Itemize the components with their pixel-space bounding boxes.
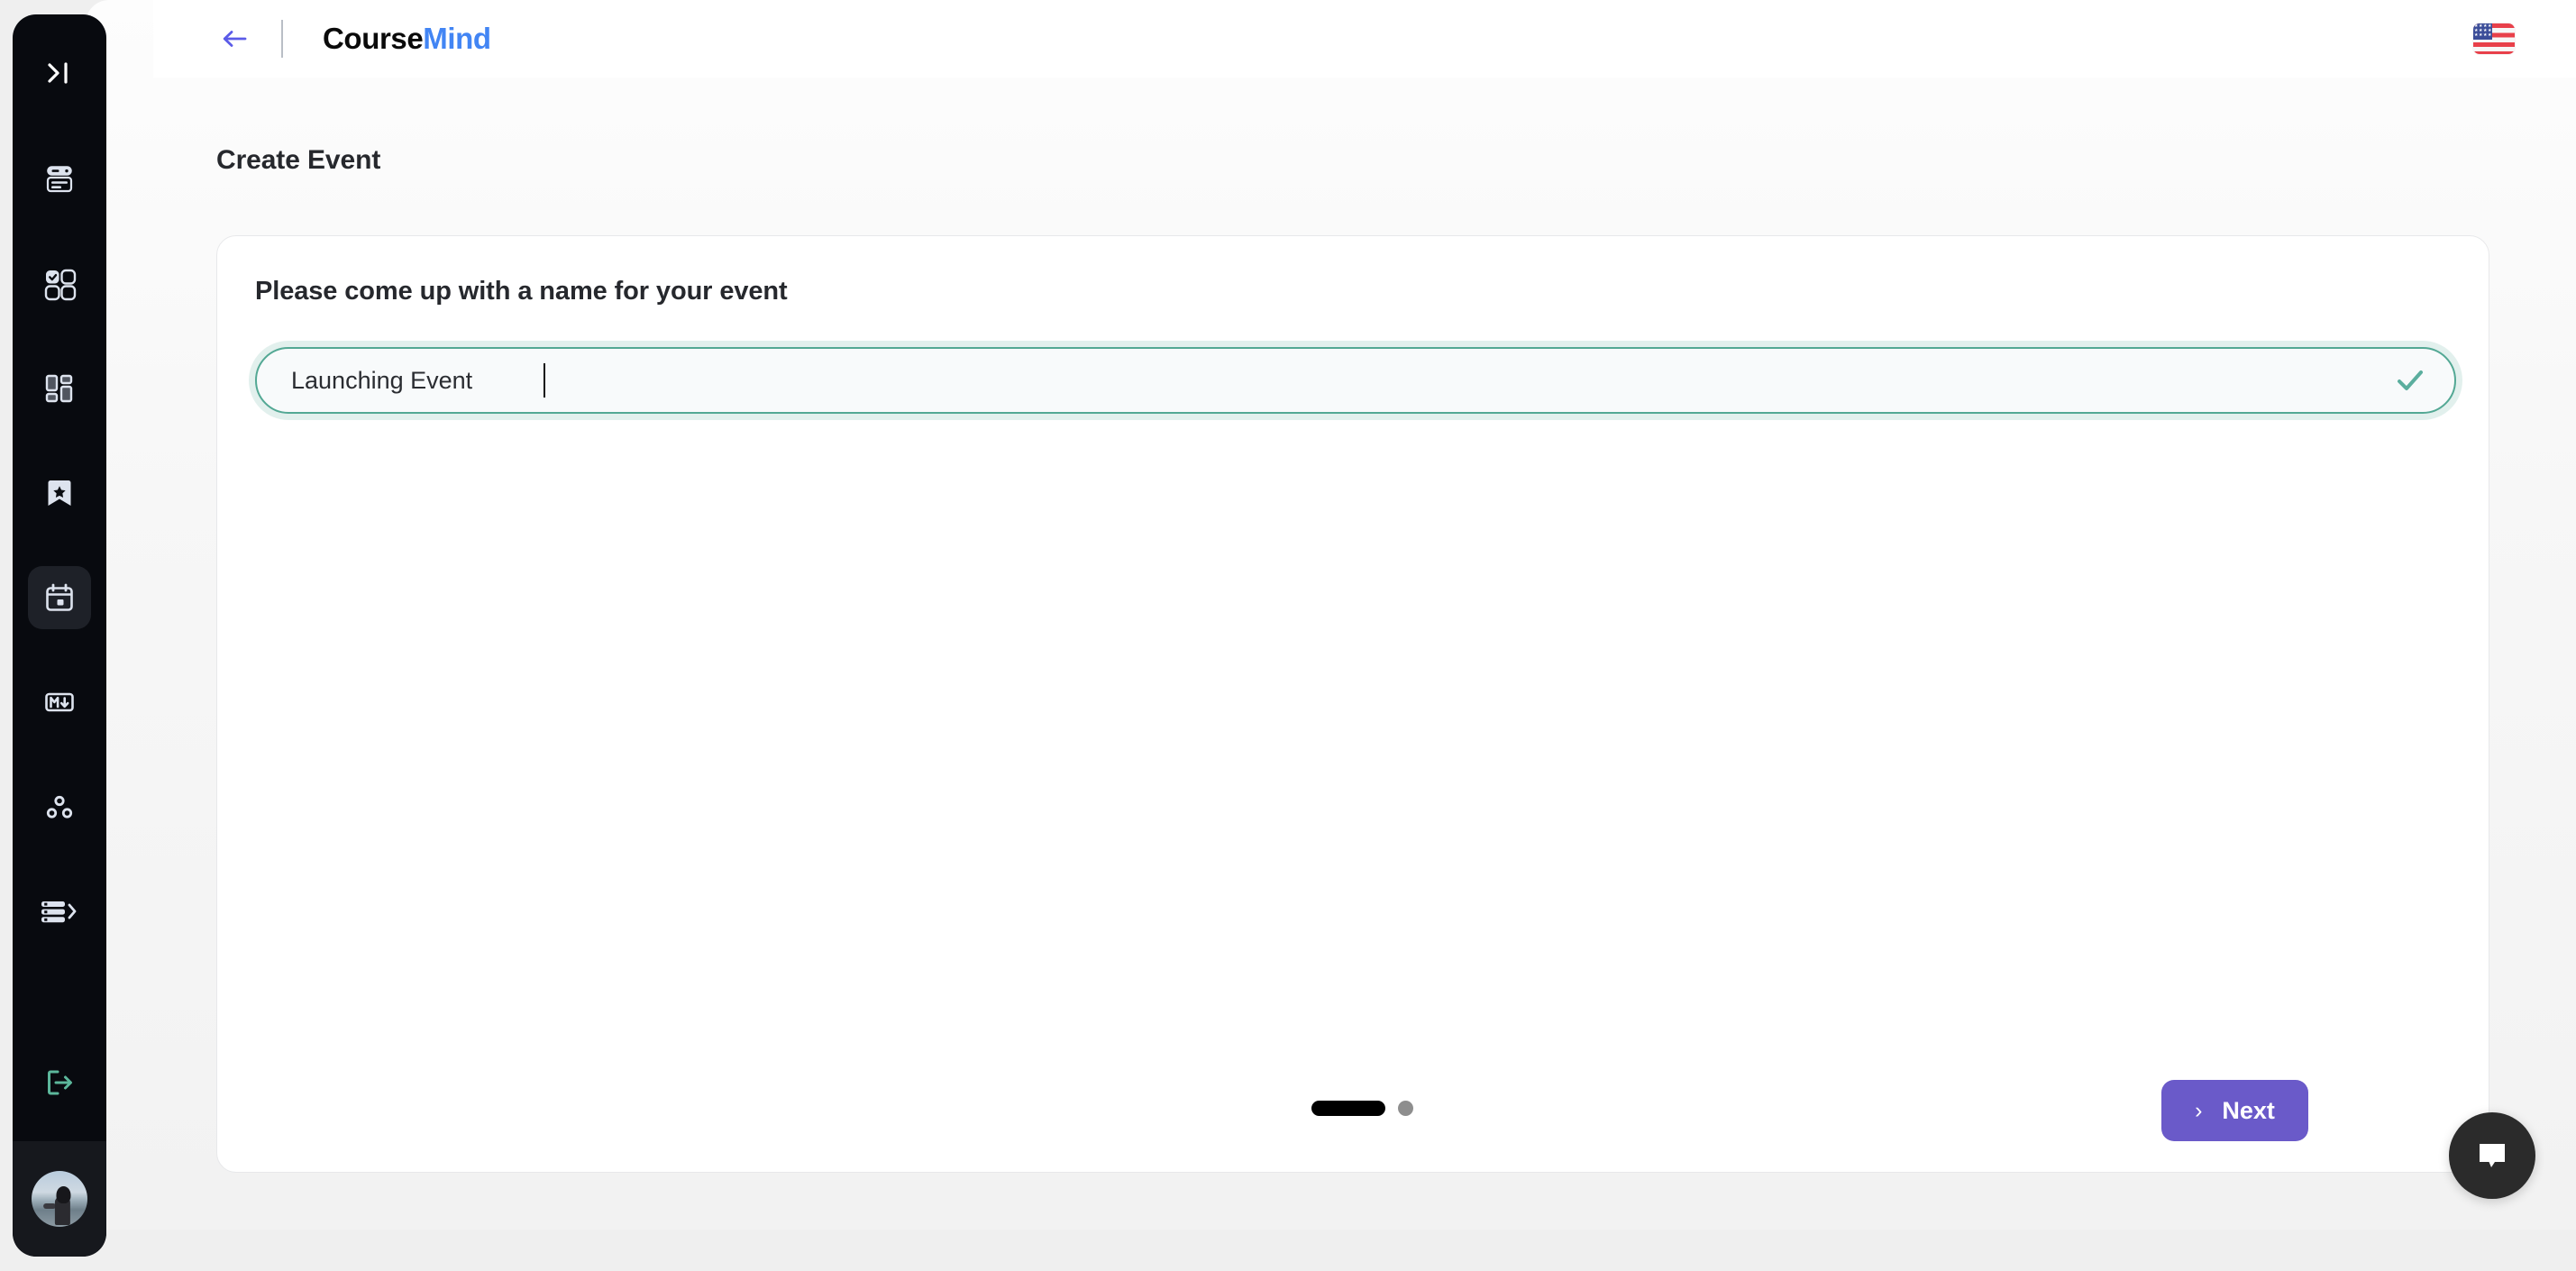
page-title: Create Event — [216, 145, 381, 175]
chat-widget-button[interactable] — [2449, 1112, 2535, 1199]
language-selector[interactable]: ★★★★★★★★★★★★★★ — [2473, 23, 2515, 54]
sidebar-nav — [28, 148, 91, 943]
app-logo[interactable]: CourseMind — [323, 22, 491, 56]
sidebar-item-more[interactable] — [28, 880, 91, 943]
sidebar-item-saved[interactable] — [28, 462, 91, 525]
sidebar-item-network[interactable] — [28, 775, 91, 838]
collapse-sidebar-toggle[interactable] — [33, 52, 86, 94]
check-grid-icon — [44, 269, 77, 301]
avatar-container — [13, 1141, 106, 1257]
chat-bubble-icon — [2480, 1144, 2505, 1167]
text-caret — [544, 363, 545, 398]
us-flag-canton: ★★★★★★★★★★★★★★ — [2473, 23, 2492, 40]
avatar-detail-head — [56, 1186, 71, 1203]
top-bar-left: CourseMind — [153, 0, 491, 78]
app-root: CourseMind ★★★★★★★★★★★★★★ Create Event P… — [0, 0, 2576, 1271]
chevron-right-bar-icon — [48, 62, 68, 84]
main-content: Create Event Please come up with a name … — [153, 78, 2576, 1230]
back-button[interactable] — [215, 19, 254, 59]
sidebar — [13, 14, 106, 1257]
sidebar-item-dashboard[interactable] — [28, 357, 91, 420]
event-name-field-wrapper — [255, 347, 2456, 414]
next-button-label: Next — [2222, 1096, 2275, 1124]
logout-icon — [48, 1070, 72, 1095]
app-logo-primary: Course — [323, 22, 424, 55]
sidebar-item-markdown[interactable] — [28, 671, 91, 734]
pager-dot-2[interactable] — [1397, 1101, 1413, 1116]
list-expand-icon — [41, 901, 77, 923]
chevron-right-icon: › — [2195, 1097, 2203, 1123]
layout-grid-icon — [45, 374, 73, 403]
event-name-question: Please come up with a name for your even… — [255, 277, 788, 306]
logout-button[interactable] — [28, 1051, 91, 1114]
app-logo-accent: Mind — [423, 22, 491, 55]
step-pager — [217, 1101, 2489, 1116]
next-button[interactable]: › Next — [2161, 1080, 2308, 1141]
top-bar-divider — [281, 20, 283, 58]
event-name-input[interactable] — [255, 347, 2456, 414]
top-bar: CourseMind ★★★★★★★★★★★★★★ — [153, 0, 2576, 78]
bookmark-star-icon — [48, 480, 71, 506]
arrow-left-icon — [223, 31, 247, 47]
markdown-icon — [45, 692, 74, 712]
avatar[interactable] — [32, 1171, 87, 1227]
share-nodes-icon — [46, 795, 73, 818]
calendar-icon — [46, 583, 73, 611]
credit-card-icon — [46, 166, 73, 193]
sidebar-item-events[interactable] — [28, 566, 91, 629]
create-event-card: Please come up with a name for your even… — [216, 235, 2489, 1173]
pager-dot-1[interactable] — [1311, 1101, 1385, 1116]
sidebar-item-tasks[interactable] — [28, 252, 91, 315]
sidebar-item-billing[interactable] — [28, 148, 91, 211]
